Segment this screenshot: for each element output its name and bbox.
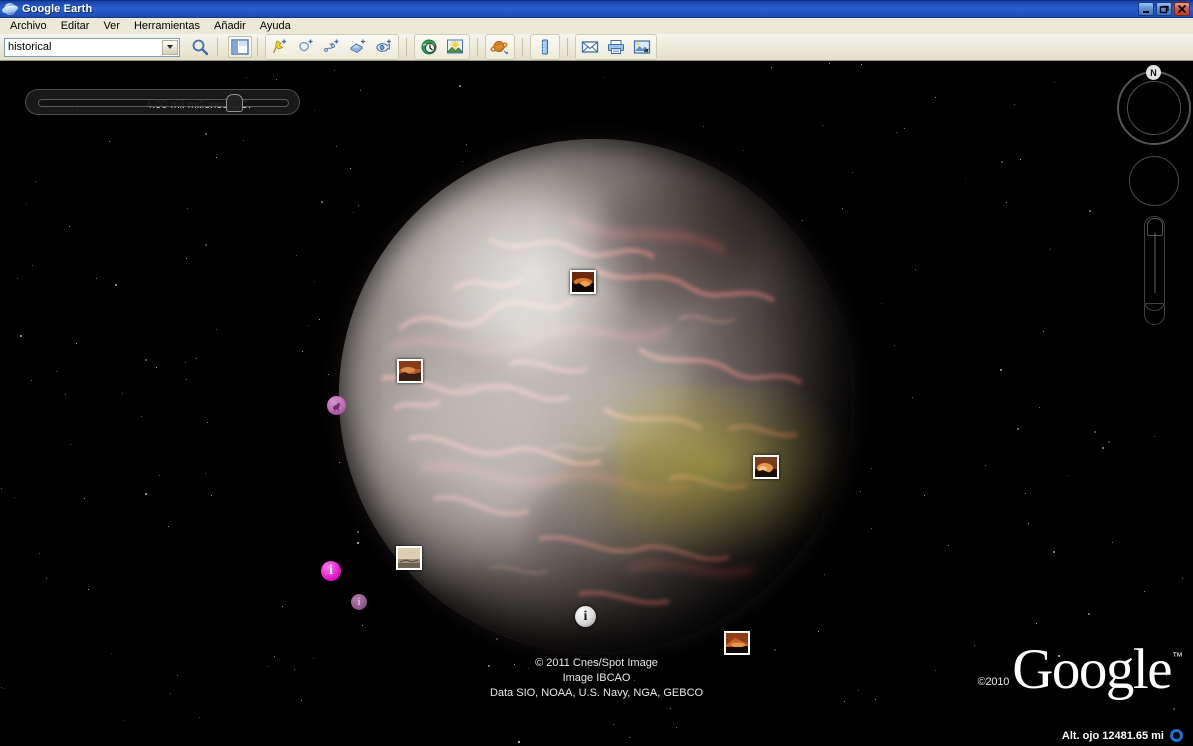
search-button[interactable] — [188, 36, 212, 58]
add-polygon-button[interactable] — [294, 36, 318, 58]
menu-anadir[interactable]: Añadir — [207, 19, 253, 34]
globe-streaming-icon — [1170, 729, 1183, 742]
molten-rock-thumbnail — [755, 457, 777, 477]
add-overlay-button[interactable] — [346, 36, 370, 58]
globe-terminator-shading — [339, 139, 853, 653]
search-combo[interactable] — [4, 37, 180, 57]
photo-placemark-west[interactable] — [396, 546, 422, 570]
google-earth-globe-icon — [1, 1, 19, 17]
photo-frame[interactable] — [570, 270, 596, 294]
info-placemark-bright[interactable]: i — [321, 561, 341, 581]
photo-frame[interactable] — [724, 631, 750, 655]
compass-inner-ring[interactable] — [1127, 81, 1181, 135]
lava-landscape-thumbnail — [399, 361, 421, 381]
photo-frame[interactable] — [753, 455, 779, 479]
print-button[interactable] — [604, 36, 628, 58]
photo-frame[interactable] — [396, 546, 422, 570]
historical-imagery-button[interactable] — [417, 36, 441, 58]
look-around-joystick[interactable] — [1129, 156, 1179, 206]
google-earth-window: Google Earth Archivo Editar Ver Herramie… — [0, 0, 1193, 746]
info-placemark-dim[interactable]: i — [351, 594, 367, 610]
logo-trademark: ™ — [1172, 651, 1183, 663]
share-group — [575, 34, 657, 60]
add-placemark-button[interactable] — [268, 36, 292, 58]
measure-group — [530, 34, 560, 60]
photo-placemark-east[interactable] — [753, 455, 779, 479]
info-icon[interactable]: i — [321, 561, 341, 581]
photo-frame[interactable] — [397, 359, 423, 383]
toggle-sidebar-button[interactable] — [228, 36, 252, 58]
status-bar: Alt. ojo 12481.65 mi — [1062, 729, 1183, 742]
logo-copyright: ©2010 — [977, 676, 1010, 688]
creature-placemark[interactable] — [327, 396, 346, 415]
title-bar: Google Earth — [0, 0, 1193, 18]
restore-button[interactable] — [1156, 2, 1172, 16]
menu-bar: Archivo Editar Ver Herramientas Añadir A… — [0, 18, 1193, 34]
search-input[interactable] — [5, 39, 160, 55]
time-slider-track[interactable] — [38, 99, 289, 107]
menu-archivo[interactable]: Archivo — [3, 19, 54, 34]
info-icon[interactable]: i — [575, 606, 596, 627]
ruler-button[interactable] — [533, 36, 557, 58]
info-placemark-white[interactable]: i — [575, 606, 596, 627]
hadean-earth-globe[interactable] — [339, 139, 853, 653]
view-tools-group — [414, 34, 470, 60]
planet-group — [485, 34, 515, 60]
save-image-button[interactable] — [630, 36, 654, 58]
zoom-slider-bottom-cap[interactable] — [1144, 303, 1165, 325]
photo-placemark-northwest[interactable] — [397, 359, 423, 383]
red-sky-thumbnail — [726, 633, 748, 653]
hazy-horizon-thumbnail — [398, 548, 420, 568]
menu-editar[interactable]: Editar — [54, 19, 97, 34]
add-tools-group — [265, 34, 399, 60]
menu-herramientas[interactable]: Herramientas — [127, 19, 207, 34]
compass-north-marker[interactable]: N — [1146, 65, 1161, 80]
menu-ver[interactable]: Ver — [96, 19, 127, 34]
eye-altitude-label: Alt. ojo 12481.65 mi — [1061, 729, 1164, 742]
close-button[interactable] — [1174, 2, 1190, 16]
photo-placemark-southeast[interactable] — [724, 631, 750, 655]
zoom-slider-thumb[interactable] — [1147, 218, 1163, 236]
switch-planet-button[interactable] — [488, 36, 512, 58]
navigation-controls[interactable]: N — [1108, 63, 1191, 353]
sunlight-button[interactable] — [443, 36, 467, 58]
main-toolbar — [0, 34, 1193, 61]
record-tour-button[interactable] — [372, 36, 396, 58]
creature-icon[interactable] — [327, 396, 346, 415]
volcanic-eruption-thumbnail — [572, 272, 594, 292]
menu-ayuda[interactable]: Ayuda — [253, 19, 298, 34]
email-button[interactable] — [578, 36, 602, 58]
google-logo: ©2010 Google ™ — [977, 638, 1183, 701]
window-title: Google Earth — [22, 3, 93, 15]
historical-time-slider[interactable]: 4.00 mil millones a.C. — [25, 89, 300, 115]
chevron-down-icon[interactable] — [162, 39, 178, 55]
time-slider-thumb[interactable] — [226, 94, 243, 112]
earth-3d-viewport[interactable]: i i i 4.00 mil millones a.C. N © 2011 — [0, 61, 1193, 746]
photo-placemark-north[interactable] — [570, 270, 596, 294]
info-icon[interactable]: i — [351, 594, 367, 610]
minimize-button[interactable] — [1138, 2, 1154, 16]
logo-wordmark: Google — [1012, 638, 1172, 701]
add-path-button[interactable] — [320, 36, 344, 58]
window-controls — [1138, 2, 1193, 16]
